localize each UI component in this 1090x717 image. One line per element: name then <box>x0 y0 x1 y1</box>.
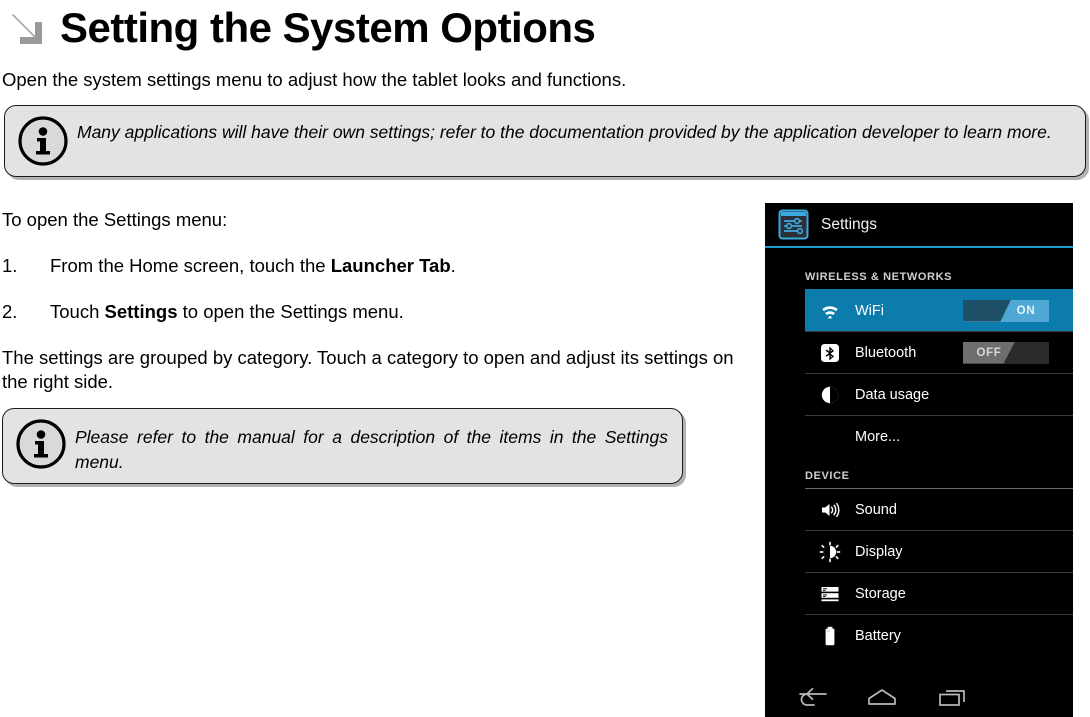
step-2: 2. Touch Settings to open the Settings m… <box>2 300 742 324</box>
info-note-bottom: Please refer to the manual for a descrip… <box>2 408 683 484</box>
settings-row-data-usage[interactable]: Data usage <box>805 373 1073 415</box>
arrow-down-right-icon <box>4 6 48 50</box>
step-2-text: Touch Settings to open the Settings menu… <box>50 300 742 324</box>
section-rows-wireless: WiFi ON Bluetooth OFF Data usage More... <box>765 289 1073 457</box>
step-1-text-before: From the Home screen, touch the <box>50 255 331 277</box>
recent-apps-icon[interactable] <box>923 679 981 717</box>
instructions-column: To open the Settings menu: 1. From the H… <box>2 208 742 394</box>
settings-row-display[interactable]: Display <box>805 530 1073 572</box>
step-2-text-before: Touch <box>50 301 105 323</box>
info-note-top: Many applications will have their own se… <box>4 105 1086 178</box>
instructions-lead: To open the Settings menu: <box>2 209 228 230</box>
page-title: Setting the System Options <box>60 4 596 51</box>
settings-row-wifi[interactable]: WiFi ON <box>805 289 1073 331</box>
settings-row-more-label: More... <box>855 428 901 445</box>
battery-icon <box>819 625 841 647</box>
settings-row-wifi-label: WiFi <box>855 302 884 319</box>
page-title-row: Setting the System Options <box>0 0 1090 54</box>
settings-row-display-label: Display <box>855 543 903 560</box>
settings-row-sound[interactable]: Sound <box>805 488 1073 530</box>
settings-sliders-icon <box>778 209 809 240</box>
info-note-top-text: Many applications will have their own se… <box>77 122 1052 143</box>
storage-icon <box>819 583 841 605</box>
section-label-device: DEVICE <box>805 470 850 482</box>
bluetooth-icon <box>819 342 841 364</box>
settings-row-storage-label: Storage <box>855 585 906 602</box>
settings-row-storage[interactable]: Storage <box>805 572 1073 614</box>
wifi-toggle[interactable]: ON <box>963 299 1049 322</box>
settings-list: WIRELESS & NETWORKS WiFi ON Bluetooth OF… <box>765 248 1073 656</box>
info-note-bottom-text: Please refer to the manual for a descrip… <box>75 427 668 472</box>
settings-header: Settings <box>765 203 1073 248</box>
step-1-text-after: . <box>450 255 456 277</box>
step-2-text-after: to open the Settings menu. <box>177 301 404 323</box>
home-icon[interactable] <box>853 679 911 717</box>
step-2-bold: Settings <box>104 301 178 323</box>
wifi-icon <box>819 300 841 322</box>
settings-row-more[interactable]: More... <box>805 415 1073 457</box>
step-1: 1. From the Home screen, touch the Launc… <box>2 254 742 278</box>
settings-row-sound-label: Sound <box>855 501 897 518</box>
instructions-closing: The settings are grouped by category. To… <box>2 347 734 393</box>
bluetooth-toggle[interactable]: OFF <box>963 341 1049 364</box>
step-1-number: 1. <box>2 255 18 277</box>
step-2-number: 2. <box>2 301 18 323</box>
data-usage-icon <box>819 384 841 406</box>
settings-row-battery[interactable]: Battery <box>805 614 1073 656</box>
bluetooth-toggle-track <box>1009 342 1049 364</box>
info-icon <box>17 115 69 167</box>
settings-row-bluetooth[interactable]: Bluetooth OFF <box>805 331 1073 373</box>
android-settings-screenshot: Settings WIRELESS & NETWORKS WiFi ON Blu… <box>765 203 1073 717</box>
back-icon[interactable] <box>783 679 841 717</box>
android-navigation-bar <box>765 679 1073 717</box>
settings-row-bluetooth-label: Bluetooth <box>855 344 917 361</box>
bluetooth-toggle-label: OFF <box>963 341 1015 364</box>
settings-row-data-usage-label: Data usage <box>855 386 930 403</box>
sound-icon <box>819 499 841 521</box>
intro-paragraph: Open the system settings menu to adjust … <box>2 69 627 90</box>
step-1-text: From the Home screen, touch the Launcher… <box>50 254 742 278</box>
settings-row-battery-label: Battery <box>855 627 901 644</box>
display-icon <box>819 541 841 563</box>
section-rows-device: Sound Display Storage Battery <box>765 488 1073 656</box>
section-label-wireless: WIRELESS & NETWORKS <box>805 271 953 283</box>
settings-header-title: Settings <box>821 215 878 233</box>
info-icon <box>15 418 67 470</box>
wifi-toggle-label: ON <box>1016 304 1036 317</box>
step-1-bold: Launcher Tab <box>330 255 451 277</box>
